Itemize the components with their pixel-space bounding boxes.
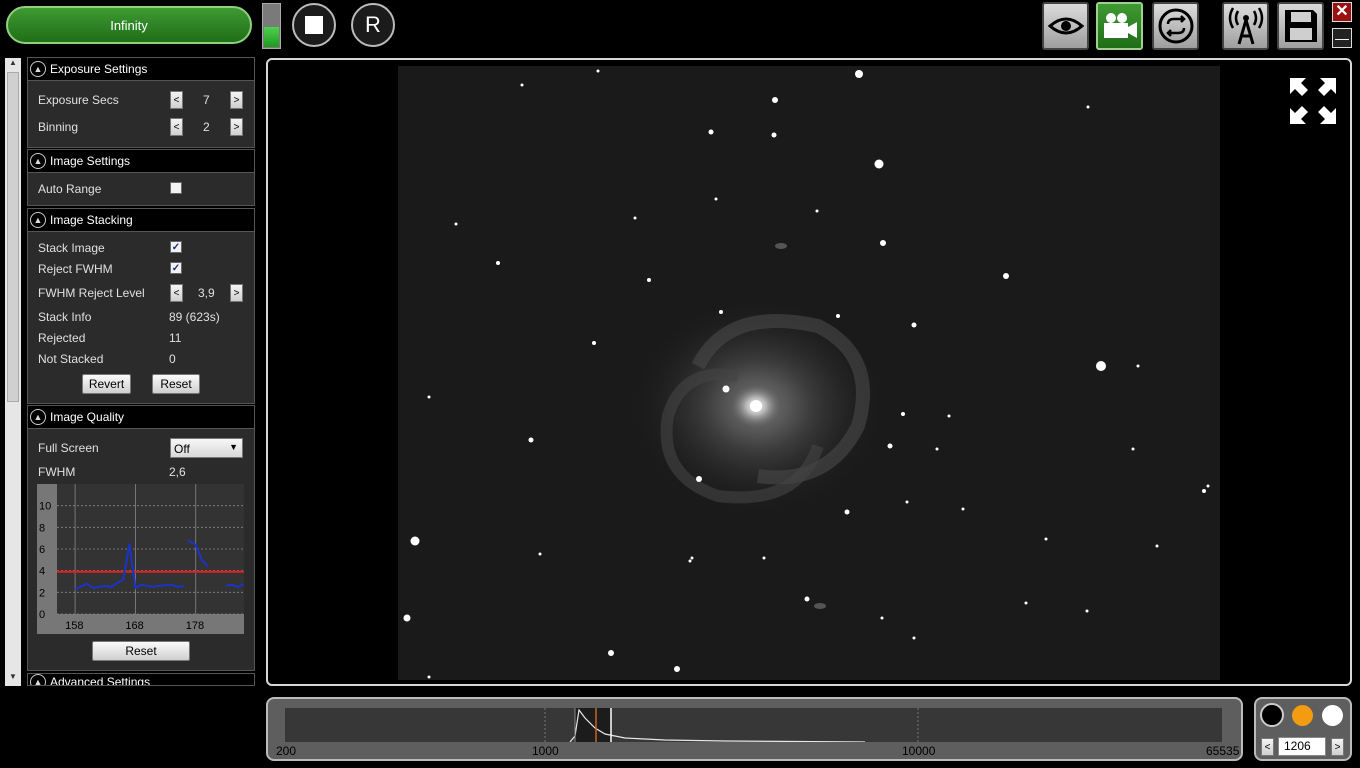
loop-icon	[1158, 8, 1193, 44]
image-settings-header[interactable]: ▲ Image Settings	[28, 150, 254, 173]
fwhm-level-increment-button[interactable]: >	[230, 284, 243, 302]
collapse-chevron-icon[interactable]: ▲	[30, 61, 46, 77]
histogram-label-10000: 10000	[902, 744, 936, 758]
group-title: Advanced Settings	[50, 675, 151, 686]
group-title: Image Stacking	[50, 213, 133, 227]
fwhm-value: 2,6	[169, 465, 186, 479]
reset-button[interactable]: R	[351, 3, 395, 47]
scroll-up-icon[interactable]: ▲	[5, 58, 21, 70]
stack-image-checkbox[interactable]: ✓	[170, 241, 182, 253]
stack-info-value: 89 (623s)	[169, 310, 220, 324]
binning-label: Binning	[38, 120, 79, 134]
histogram-value-input[interactable]: 1206	[1278, 737, 1326, 756]
group-title: Image Settings	[50, 154, 131, 168]
view-button[interactable]	[1042, 2, 1089, 50]
stop-button[interactable]	[292, 3, 336, 47]
white-dot-icon[interactable]	[1322, 705, 1343, 726]
stack-image-label: Stack Image	[38, 241, 105, 255]
reject-fwhm-label: Reject FWHM	[38, 262, 113, 276]
image-stacking-header[interactable]: ▲ Image Stacking	[28, 209, 254, 232]
chart-x-tick-label: 178	[186, 620, 204, 632]
video-capture-button[interactable]	[1096, 2, 1143, 50]
fullscreen-toggle-icon[interactable]	[1288, 76, 1338, 126]
exposure-decrement-button[interactable]: <	[170, 91, 183, 109]
histogram-label-200: 200	[276, 744, 297, 758]
chart-y-tick-label: 6	[39, 544, 45, 556]
fwhm-reject-level-value: 3,9	[198, 286, 215, 300]
close-button[interactable]: ✕	[1332, 2, 1352, 22]
not-stacked-label: Not Stacked	[38, 352, 104, 366]
reject-fwhm-checkbox[interactable]: ✓	[170, 262, 182, 274]
signal-level-bar	[262, 3, 281, 49]
histogram-graph	[544, 708, 919, 743]
histogram-label-65535: 65535	[1206, 744, 1240, 758]
black-dot-icon[interactable]	[1260, 703, 1284, 727]
fwhm-chart: 0 2 4 6 8 10 158 168 178	[37, 484, 244, 634]
group-title: Image Quality	[50, 410, 125, 424]
minimize-button[interactable]: —	[1332, 28, 1352, 48]
image-settings-group: ▲ Image Settings	[27, 149, 255, 206]
broadcast-button[interactable]	[1222, 2, 1269, 50]
image-stacking-group: ▲ Image Stacking	[27, 208, 255, 404]
chart-x-tick-label: 158	[65, 620, 83, 632]
full-screen-select[interactable]: Off ▼	[170, 438, 243, 458]
exposure-secs-value: 7	[203, 93, 210, 107]
broadcast-tower-icon	[1228, 7, 1263, 45]
infinity-focus-button[interactable]: Infinity	[6, 6, 252, 44]
collapse-chevron-icon[interactable]: ▲	[30, 674, 46, 685]
auto-range-checkbox[interactable]	[170, 182, 182, 194]
rejected-value: 11	[169, 331, 182, 345]
image-quality-header[interactable]: ▲ Image Quality	[28, 406, 254, 429]
binning-decrement-button[interactable]: <	[170, 118, 183, 136]
signal-level-fill	[264, 27, 279, 47]
quality-reset-button[interactable]: Reset	[92, 641, 190, 661]
chart-y-tick-label: 10	[39, 501, 51, 513]
exposure-secs-label: Exposure Secs	[38, 93, 119, 107]
advanced-settings-header[interactable]: ▲ Advanced Settings	[28, 674, 254, 686]
revert-button[interactable]: Revert	[82, 374, 131, 394]
stop-icon	[305, 16, 323, 34]
galaxy-image	[403, 69, 1210, 679]
video-camera-icon	[1103, 13, 1137, 38]
auto-range-label: Auto Range	[38, 182, 102, 196]
advanced-settings-group: ▲ Advanced Settings	[27, 673, 255, 686]
orange-dot-icon[interactable]	[1292, 705, 1313, 726]
full-screen-select-value: Off	[174, 442, 190, 456]
scroll-down-icon[interactable]: ▼	[5, 672, 21, 684]
fwhm-reject-level-label: FWHM Reject Level	[38, 286, 145, 300]
histogram-value-increment-button[interactable]: >	[1331, 738, 1344, 756]
chevron-down-icon: ▼	[229, 442, 238, 452]
chart-y-tick-label: 8	[39, 522, 45, 534]
loop-button[interactable]	[1152, 2, 1199, 50]
fwhm-level-decrement-button[interactable]: <	[170, 284, 183, 302]
binning-increment-button[interactable]: >	[230, 118, 243, 136]
fwhm-label: FWHM	[38, 465, 76, 479]
full-screen-label: Full Screen	[38, 441, 99, 455]
binning-value: 2	[203, 120, 210, 134]
stack-reset-button[interactable]: Reset	[152, 374, 200, 394]
save-icon	[1284, 10, 1317, 42]
chart-y-tick-label: 0	[39, 609, 45, 621]
stack-info-label: Stack Info	[38, 310, 92, 324]
rejected-label: Rejected	[38, 331, 86, 345]
chart-y-tick-label: 2	[39, 587, 45, 599]
chart-x-tick-label: 168	[125, 620, 143, 632]
scrollbar-thumb[interactable]	[7, 72, 19, 402]
histogram-value-decrement-button[interactable]: <	[1261, 738, 1274, 756]
group-title: Exposure Settings	[50, 62, 148, 76]
image-viewer[interactable]	[266, 58, 1352, 686]
sensor-image	[398, 66, 1220, 680]
histogram-label-1000: 1000	[532, 744, 559, 758]
not-stacked-value: 0	[169, 352, 176, 366]
histogram-plot[interactable]	[285, 708, 1222, 743]
exposure-increment-button[interactable]: >	[230, 91, 243, 109]
save-button[interactable]	[1277, 2, 1324, 50]
collapse-chevron-icon[interactable]: ▲	[30, 409, 46, 425]
collapse-chevron-icon[interactable]: ▲	[30, 212, 46, 228]
eye-icon	[1047, 17, 1084, 35]
exposure-settings-header[interactable]: ▲ Exposure Settings	[28, 58, 254, 81]
chart-y-tick-label: 4	[39, 566, 45, 578]
collapse-chevron-icon[interactable]: ▲	[30, 153, 46, 169]
